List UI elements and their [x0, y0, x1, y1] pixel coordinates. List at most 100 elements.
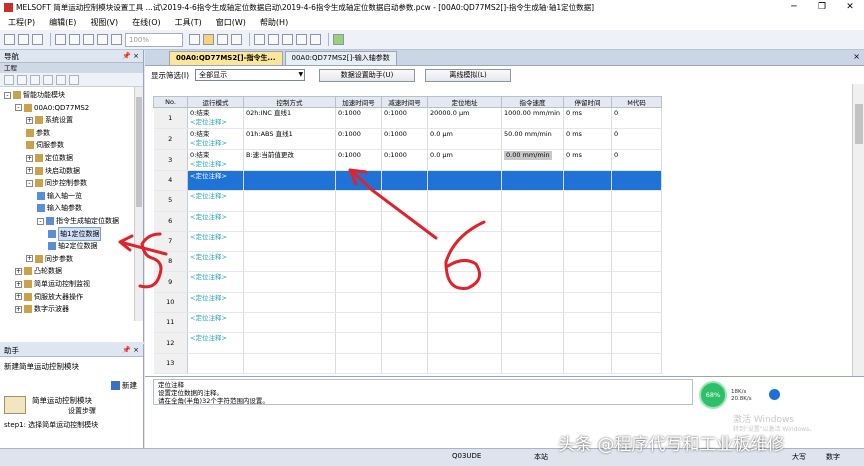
- tree-item[interactable]: - 指令生成轴定位数据: [37, 215, 119, 227]
- cell-dwell[interactable]: [563, 312, 612, 334]
- table-row[interactable]: 13: [153, 353, 662, 374]
- data-setup-assistant-button[interactable]: 数据设置助手(U): [319, 68, 416, 82]
- cell-speed[interactable]: [501, 271, 564, 293]
- collapse-icon[interactable]: [17, 74, 27, 85]
- cell-addr[interactable]: [427, 170, 502, 192]
- tree-scrollbar[interactable]: [134, 87, 143, 321]
- table-row[interactable]: 6 <定位注释>: [153, 211, 662, 232]
- cell-ctrl[interactable]: [243, 353, 336, 374]
- open-icon[interactable]: [18, 34, 29, 45]
- tree-item[interactable]: - 智能功能模块: [4, 89, 65, 101]
- tree-item[interactable]: 输入轴参数: [37, 202, 82, 214]
- network-usage-gauge[interactable]: 68%: [699, 381, 727, 409]
- tree-item[interactable]: + 伺服放大器操作: [15, 291, 83, 303]
- cell-acc[interactable]: 0:1000: [335, 107, 382, 129]
- cell-dwell[interactable]: [563, 271, 612, 293]
- column-header[interactable]: 加速时间号: [335, 96, 382, 108]
- cell-mode[interactable]: <定位注释>: [187, 170, 244, 192]
- table-row[interactable]: 3 0:结束 <定位注释> B:速:当前值更改 0:1000 0:1000 0.0 µm 0.…: [153, 149, 662, 171]
- cell-acc[interactable]: [335, 292, 382, 314]
- cell-mode[interactable]: 0:结束 <定位注释>: [187, 107, 244, 129]
- menu-edit[interactable]: 编辑(E): [49, 17, 76, 28]
- tree-expander-icon[interactable]: +: [15, 267, 22, 275]
- column-header[interactable]: 停留时间: [563, 96, 612, 108]
- table-scrollbar[interactable]: [852, 84, 864, 376]
- cell-dec[interactable]: [381, 251, 428, 273]
- table-row[interactable]: 9 <定位注释>: [153, 271, 662, 293]
- cell-m[interactable]: [611, 190, 662, 212]
- cell-acc[interactable]: [335, 231, 382, 253]
- cell-ctrl[interactable]: 01h:ABS 直线1: [243, 128, 336, 150]
- cell-m[interactable]: [611, 353, 662, 374]
- table-row[interactable]: 5 <定位注释>: [153, 190, 662, 212]
- cascade-icon[interactable]: [217, 34, 228, 45]
- cell-speed[interactable]: [501, 190, 564, 212]
- close-tab-icon[interactable]: ×: [853, 52, 860, 61]
- cell-dwell[interactable]: 0 ms: [563, 128, 612, 150]
- cell-acc[interactable]: 0:1000: [335, 128, 382, 150]
- row-number[interactable]: 13: [153, 353, 188, 374]
- cell-ctrl[interactable]: [243, 190, 336, 212]
- tree-item[interactable]: 轴1定位数据: [48, 226, 102, 241]
- cell-dwell[interactable]: [563, 353, 612, 374]
- row-number[interactable]: 2: [153, 128, 188, 150]
- cell-acc[interactable]: [335, 271, 382, 293]
- cell-ctrl[interactable]: [243, 332, 336, 354]
- cell-m[interactable]: 0: [611, 149, 662, 171]
- expand-icon[interactable]: [4, 74, 14, 85]
- cell-speed[interactable]: [501, 231, 564, 253]
- column-header[interactable]: 定位地址: [427, 96, 502, 108]
- pin-icon[interactable]: 📌 ×: [122, 344, 139, 357]
- row-number[interactable]: 11: [153, 312, 188, 334]
- cell-acc[interactable]: [335, 332, 382, 354]
- cell-mode[interactable]: <定位注释>: [187, 211, 244, 232]
- cell-addr[interactable]: 0.0 µm: [427, 149, 502, 171]
- cell-ctrl[interactable]: [243, 271, 336, 293]
- filter-icon[interactable]: [30, 74, 40, 85]
- cell-dec[interactable]: 0:1000: [381, 107, 428, 129]
- cell-acc[interactable]: [335, 251, 382, 273]
- cell-dwell[interactable]: 0 ms: [563, 149, 612, 171]
- tree-item[interactable]: + 凸轮数据: [15, 265, 62, 277]
- menu-view[interactable]: 视图(V): [90, 17, 118, 28]
- cell-addr[interactable]: [427, 292, 502, 314]
- tree-item[interactable]: + 数字示波器: [15, 303, 69, 315]
- scrollbar-thumb[interactable]: [136, 97, 142, 207]
- row-number[interactable]: 6: [153, 211, 188, 232]
- cell-mode[interactable]: <定位注释>: [187, 251, 244, 273]
- cell-speed[interactable]: 1000.00 mm/min: [501, 107, 564, 129]
- tree-expander-icon[interactable]: +: [26, 167, 33, 175]
- cell-speed[interactable]: [501, 353, 564, 374]
- cell-addr[interactable]: [427, 332, 502, 354]
- cell-m[interactable]: [611, 251, 662, 273]
- tree-expander-icon[interactable]: -: [15, 104, 22, 112]
- menu-project[interactable]: 工程(P): [8, 17, 35, 28]
- cell-ctrl[interactable]: 02h:INC 直线1: [243, 107, 336, 129]
- cell-speed[interactable]: [501, 312, 564, 334]
- cell-dec[interactable]: [381, 271, 428, 293]
- down-icon[interactable]: [56, 74, 66, 85]
- cell-addr[interactable]: [427, 231, 502, 253]
- tree-expander-icon[interactable]: +: [15, 305, 22, 313]
- cell-acc[interactable]: 0:1000: [335, 149, 382, 171]
- cell-ctrl[interactable]: B:速:当前值更改: [243, 149, 336, 171]
- tab-axis1-positioning[interactable]: 00A0:QD77MS2[]-指令生...: [169, 51, 283, 65]
- tree-expander-icon[interactable]: +: [15, 293, 22, 301]
- row-number[interactable]: 4: [153, 170, 188, 192]
- cell-m[interactable]: [611, 231, 662, 253]
- tree-expander-icon[interactable]: -: [37, 217, 44, 225]
- new-button[interactable]: 新建: [111, 380, 137, 391]
- up-icon[interactable]: [43, 74, 53, 85]
- assistant-item[interactable]: 简单运动控制模块 设置步骤: [4, 396, 96, 416]
- cell-dec[interactable]: [381, 332, 428, 354]
- column-header[interactable]: M代码: [611, 96, 662, 108]
- cell-m[interactable]: 0: [611, 107, 662, 129]
- tree-item[interactable]: 轴2定位数据: [48, 240, 97, 252]
- table-row[interactable]: 1 0:结束 <定位注释> 02h:INC 直线1 0:1000 0:1000 20000.…: [153, 107, 662, 129]
- cell-m[interactable]: [611, 312, 662, 334]
- tree-item[interactable]: 伺服参数: [26, 139, 64, 151]
- tree-item[interactable]: + 定位数据: [26, 152, 73, 164]
- table-row[interactable]: 10 <定位注释>: [153, 292, 662, 314]
- tree-item[interactable]: - 00A0:QD77MS2: [15, 102, 89, 114]
- cell-mode[interactable]: <定位注释>: [187, 190, 244, 212]
